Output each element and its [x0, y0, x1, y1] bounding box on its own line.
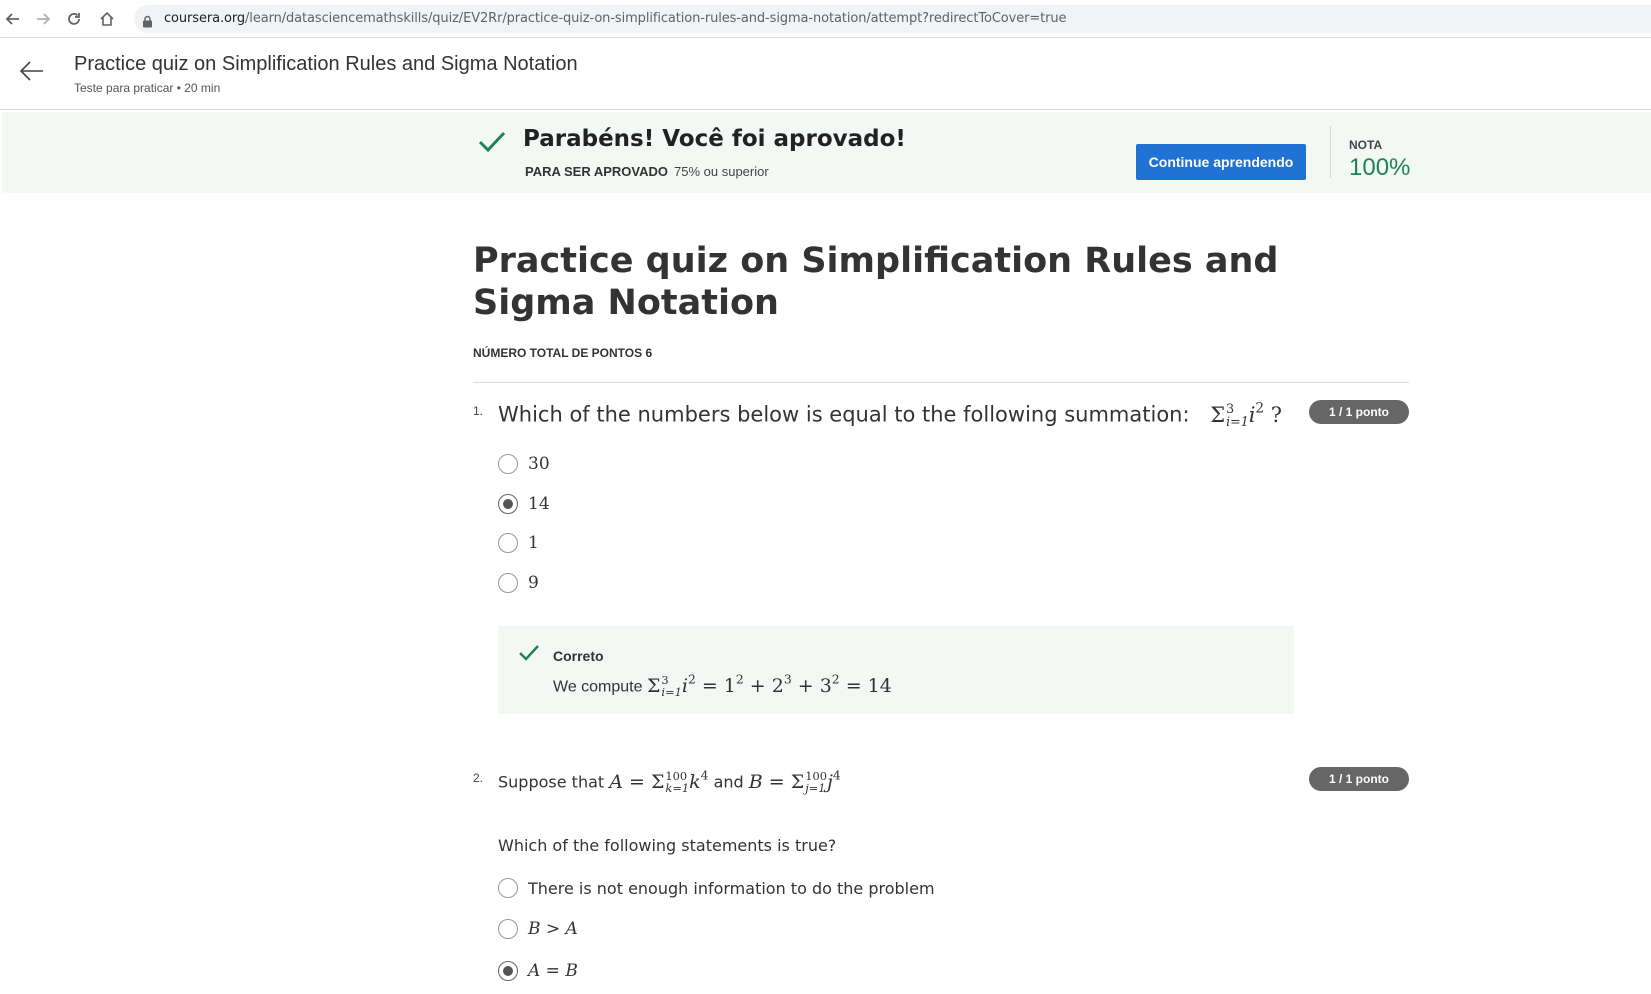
question-text-prefix: Suppose that — [498, 772, 605, 792]
radio-button-selected[interactable] — [498, 961, 518, 981]
radio-button[interactable] — [498, 573, 518, 593]
question-text-and: and — [713, 772, 744, 792]
radio-button[interactable] — [498, 454, 518, 474]
option-label: 9 — [528, 573, 539, 593]
checkmark-icon — [477, 130, 507, 158]
browser-forward-icon[interactable] — [32, 8, 54, 30]
answer-option[interactable]: There is not enough information to do th… — [498, 877, 935, 899]
total-points: NÚMERO TOTAL DE PONTOS 6 — [473, 346, 653, 360]
answer-option[interactable]: 9 — [498, 572, 539, 594]
divider — [1330, 126, 1331, 178]
points-badge: 1 / 1 ponto — [1309, 767, 1409, 791]
browser-reload-icon[interactable] — [63, 8, 85, 30]
answer-option[interactable]: 1 — [498, 532, 539, 554]
divider — [473, 382, 1409, 383]
pass-requirement: PARA SER APROVADO 75% ou superior — [525, 164, 769, 179]
definition-b: B = Σ 100 j=1 j4 — [748, 768, 841, 795]
question-text: Suppose that A = Σ 100 k=1 k4 and B = Σ 100 j… — [498, 768, 841, 794]
browser-toolbar: coursera.org/learn/datasciencemathskills… — [0, 0, 1651, 38]
header-title: Practice quiz on Simplification Rules an… — [74, 53, 578, 75]
option-label: There is not enough information to do th… — [528, 878, 935, 898]
header-subtitle: Teste para praticar • 20 min — [74, 81, 221, 95]
radio-button[interactable] — [498, 533, 518, 553]
question-prompt: Which of the following statements is tru… — [498, 836, 837, 855]
url-domain: coursera.org — [164, 11, 246, 26]
browser-home-icon[interactable] — [96, 8, 118, 30]
banner-title: Parabéns! Você foi aprovado! — [523, 126, 906, 152]
address-bar[interactable]: coursera.org/learn/datasciencemathskills… — [134, 5, 1651, 33]
quiz-title: Practice quiz on Simplification Rules an… — [473, 241, 1279, 323]
summation-expression: Σ 3 i=1 i2 ? — [1210, 400, 1283, 430]
answer-option[interactable]: B > A — [498, 918, 578, 940]
question-number: 2. — [473, 771, 484, 785]
pass-requirement-value: 75% ou superior — [674, 164, 769, 179]
url-text: coursera.org/learn/datasciencemathskills… — [164, 11, 1067, 26]
option-label: 30 — [528, 454, 550, 474]
answer-option[interactable]: 14 — [498, 493, 550, 515]
question-text-body: Which of the numbers below is equal to t… — [498, 402, 1190, 427]
checkmark-icon — [518, 644, 540, 666]
radio-button[interactable] — [498, 919, 518, 939]
feedback-prefix: We compute — [553, 678, 643, 696]
pass-requirement-label: PARA SER APROVADO — [525, 164, 669, 179]
grade-label: NOTA — [1349, 138, 1383, 152]
feedback-title: Correto — [553, 648, 604, 664]
feedback-box: Correto We compute Σ 3 i=1 i2 = 12 + 23 + 3… — [498, 626, 1294, 714]
url-path: /learn/datasciencemathskills/quiz/EV2Rr/… — [245, 11, 1067, 26]
browser-back-icon[interactable] — [2, 8, 24, 30]
page-header: Practice quiz on Simplification Rules an… — [0, 39, 1651, 110]
option-label: B > A — [528, 919, 578, 939]
continue-learning-button[interactable]: Continue aprendendo — [1136, 144, 1306, 180]
option-label: 1 — [528, 533, 539, 553]
radio-button[interactable] — [498, 878, 518, 898]
lock-icon — [142, 13, 153, 32]
definition-a: A = Σ 100 k=1 k4 — [609, 768, 709, 795]
question-number: 1. — [473, 404, 484, 418]
points-badge: 1 / 1 ponto — [1309, 400, 1409, 424]
radio-button-selected[interactable] — [498, 494, 518, 514]
pass-banner: Parabéns! Você foi aprovado! PARA SER AP… — [2, 112, 1651, 193]
grade-value: 100% — [1349, 154, 1411, 181]
option-label: 14 — [528, 494, 550, 514]
answer-option[interactable]: 30 — [498, 453, 550, 475]
feedback-math: Σ 3 i=1 i2 = 12 + 23 + 32 = 14 — [646, 672, 892, 699]
answer-option[interactable]: A = B — [498, 960, 578, 982]
option-label: A = B — [528, 961, 578, 981]
question-text: Which of the numbers below is equal to t… — [498, 400, 1282, 429]
feedback-text: We compute Σ 3 i=1 i2 = 12 + 23 + 32 = 14 — [553, 672, 892, 698]
back-arrow-icon[interactable] — [18, 57, 46, 85]
